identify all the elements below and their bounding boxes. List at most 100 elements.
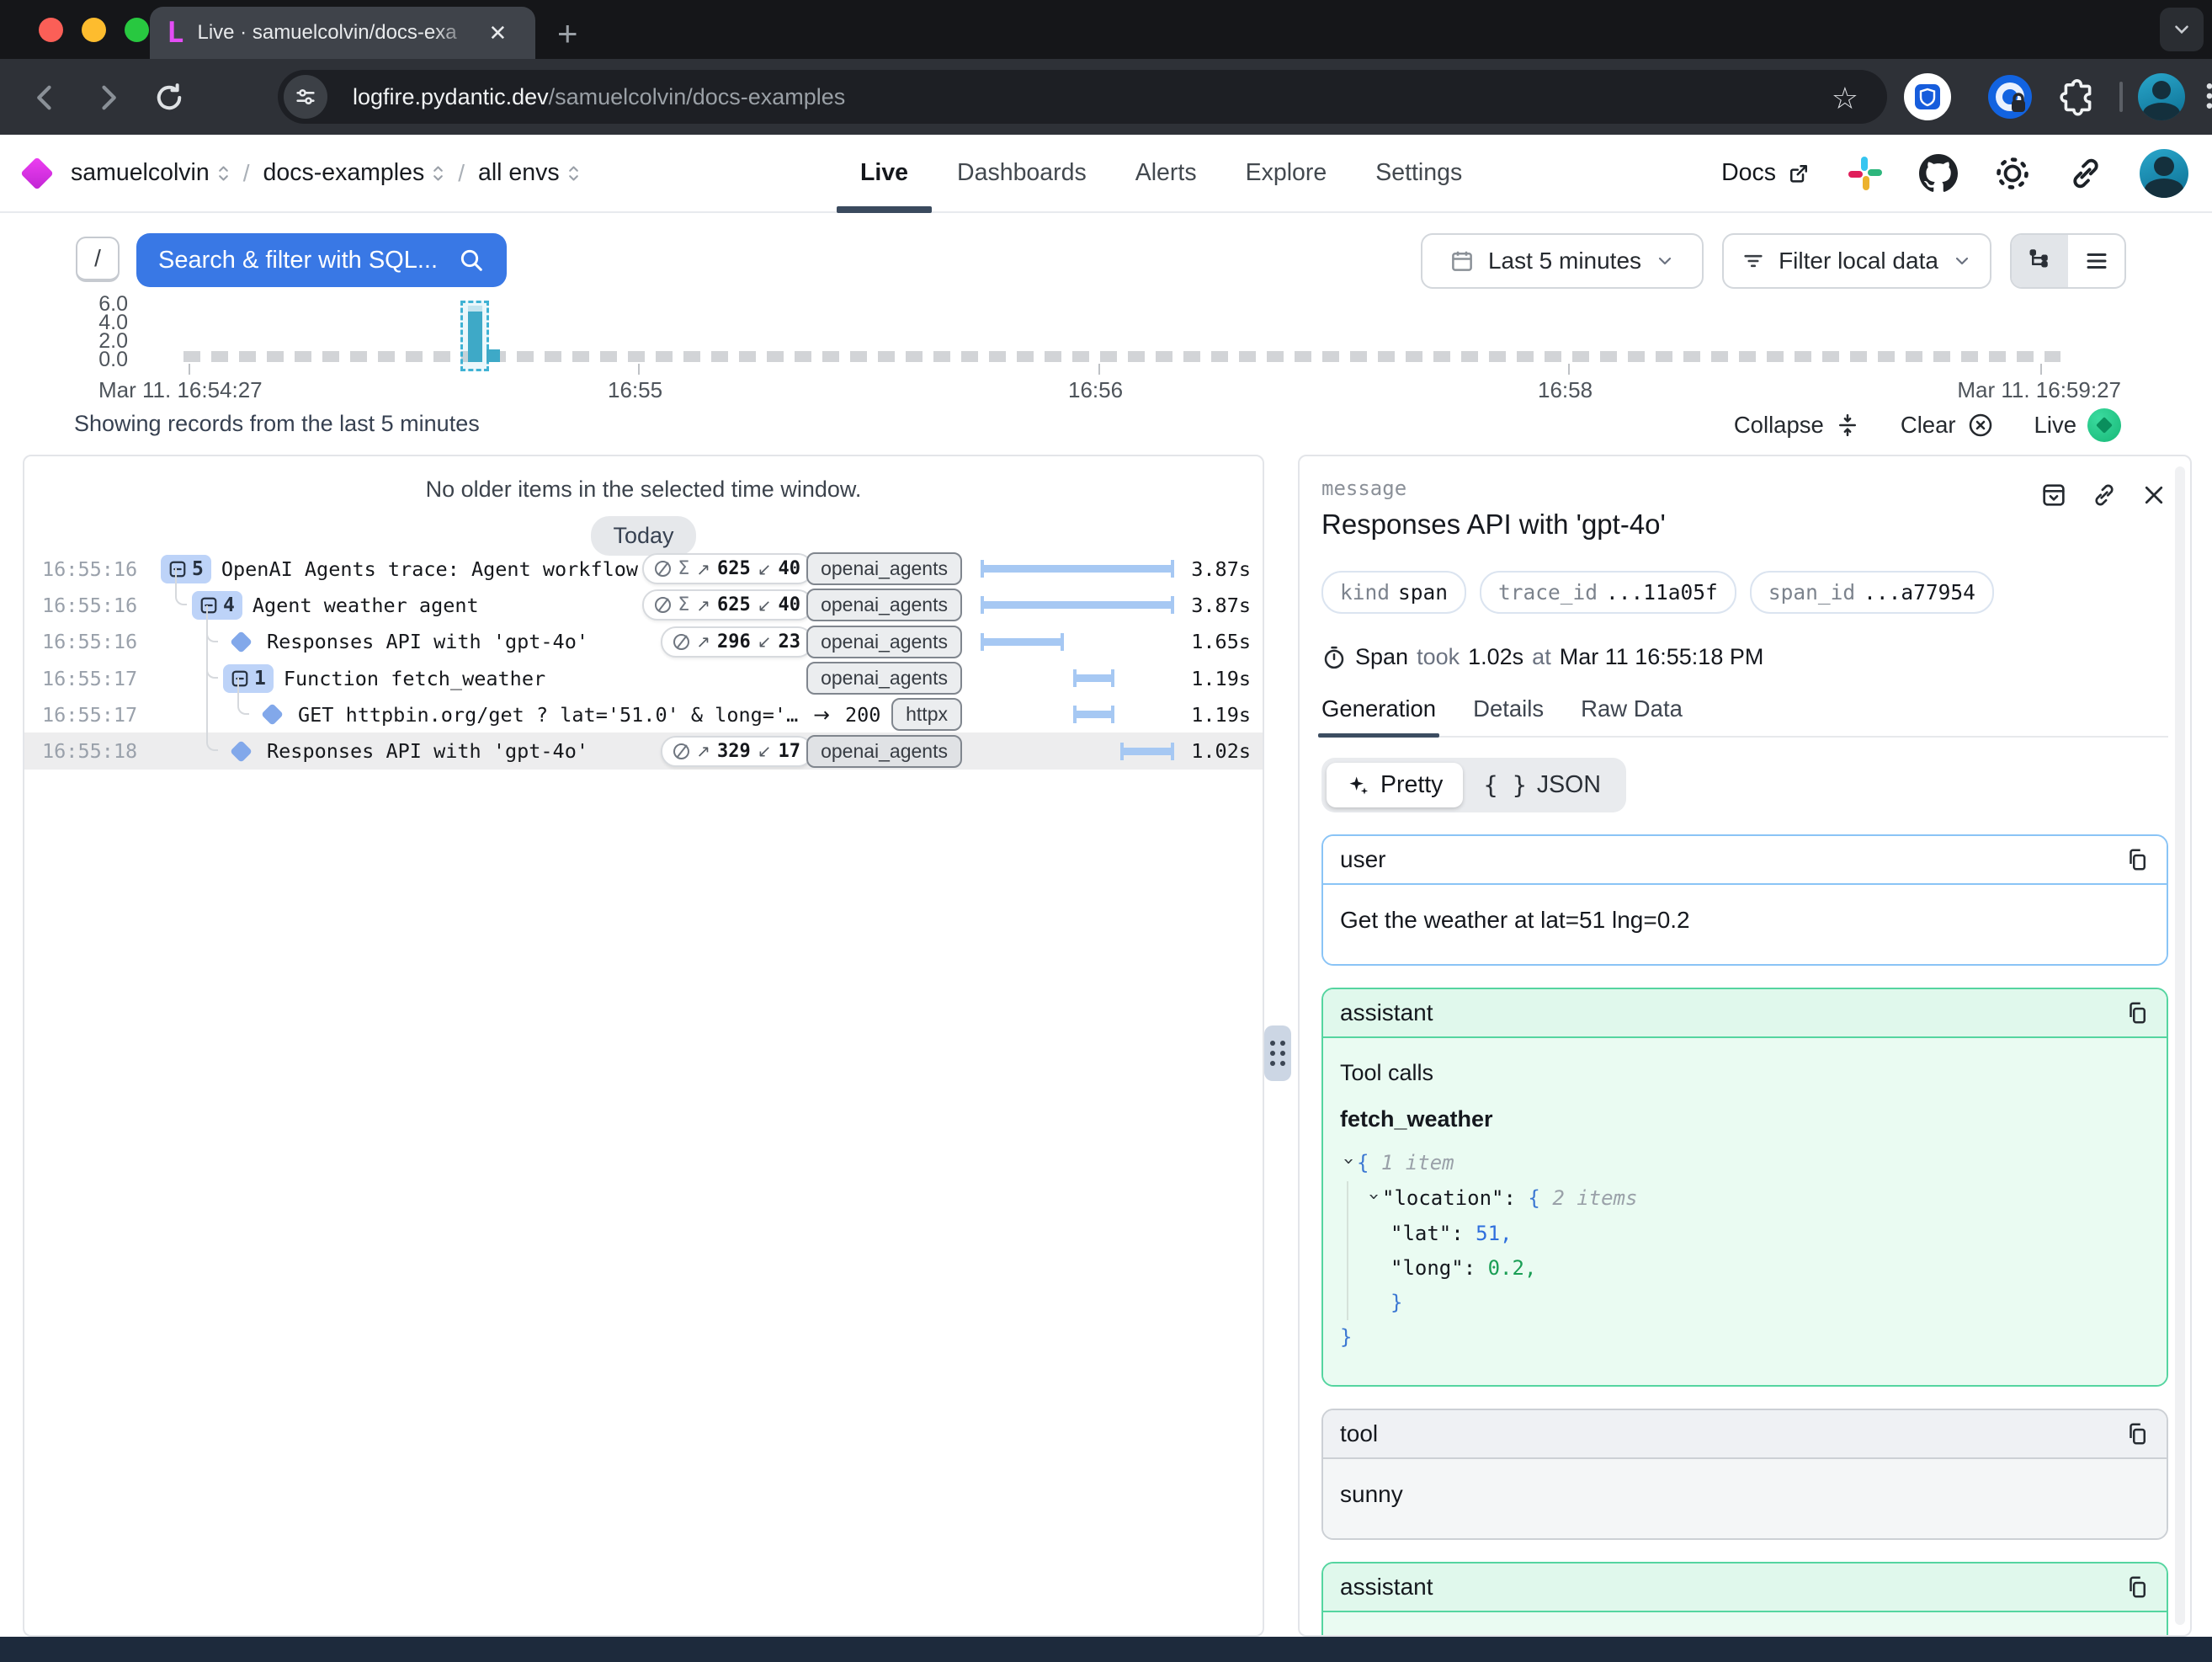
main-nav: Live Dashboards Alerts Explore Settings bbox=[860, 135, 1462, 211]
minimize-window-button[interactable] bbox=[82, 18, 106, 42]
collapse-node-icon[interactable] bbox=[1357, 1191, 1391, 1208]
project-selector[interactable]: docs-examples bbox=[263, 159, 445, 187]
trace-row-selected[interactable]: 16:55:18 Responses API with 'gpt-4o' 329… bbox=[24, 732, 1263, 769]
tokens-icon bbox=[673, 634, 689, 650]
bookmark-star-icon[interactable] bbox=[1832, 82, 1858, 116]
span-duration-line: Spantook1.02satMar 11 16:55:18 PM bbox=[1321, 644, 2168, 670]
user-avatar[interactable] bbox=[2140, 149, 2188, 198]
env-selector[interactable]: all envs bbox=[478, 159, 580, 187]
detail-panel-scrollbar[interactable] bbox=[2175, 466, 2185, 1625]
address-bar[interactable]: logfire.pydantic.dev/samuelcolvin/docs-e… bbox=[278, 70, 1887, 124]
x-tick-mark bbox=[1568, 364, 1570, 375]
window-controls[interactable] bbox=[39, 18, 149, 42]
close-window-button[interactable] bbox=[39, 18, 63, 42]
tab-raw-data[interactable]: Raw Data bbox=[1581, 695, 1683, 736]
tree-view-button[interactable] bbox=[2012, 235, 2068, 287]
bitwarden-extension-icon[interactable] bbox=[1904, 73, 1951, 120]
search-label: Search & filter with SQL... bbox=[158, 247, 458, 274]
scope-tag[interactable]: openai_agents bbox=[806, 735, 962, 768]
collapse-button[interactable]: Collapse bbox=[1734, 412, 1860, 439]
site-settings-icon[interactable] bbox=[284, 75, 327, 119]
timeline-bar-main[interactable] bbox=[468, 312, 482, 362]
tool-name: fetch_weather bbox=[1340, 1106, 2150, 1132]
browser-menu-icon[interactable] bbox=[2193, 77, 2212, 115]
row-timestamp: 16:55:18 bbox=[42, 739, 131, 763]
scope-tag[interactable]: openai_agents bbox=[806, 552, 962, 585]
span-duration: 3.87s bbox=[1191, 557, 1251, 581]
tab-details[interactable]: Details bbox=[1473, 695, 1544, 736]
tab-dashboards[interactable]: Dashboards bbox=[957, 135, 1087, 211]
live-button[interactable]: Live bbox=[2034, 408, 2121, 442]
role-label: user bbox=[1340, 846, 1385, 873]
search-button[interactable]: Search & filter with SQL... bbox=[136, 233, 507, 287]
extensions-puzzle-icon[interactable] bbox=[2057, 77, 2098, 118]
filter-icon bbox=[1741, 249, 1765, 273]
copy-link-icon[interactable] bbox=[2091, 482, 2118, 509]
forward-icon[interactable] bbox=[89, 80, 125, 115]
password-manager-extension-icon[interactable] bbox=[1986, 73, 2034, 120]
tab-settings[interactable]: Settings bbox=[1375, 135, 1462, 211]
url-text[interactable]: logfire.pydantic.dev/samuelcolvin/docs-e… bbox=[353, 84, 845, 110]
collapse-node-icon[interactable] bbox=[1332, 1156, 1366, 1173]
clear-button[interactable]: Clear bbox=[1901, 412, 1994, 439]
logfire-logo-icon[interactable] bbox=[20, 157, 54, 190]
output-tokens-arrow-icon bbox=[758, 631, 772, 652]
filter-dropdown[interactable]: Filter local data bbox=[1722, 233, 1991, 289]
tab-alerts[interactable]: Alerts bbox=[1135, 135, 1197, 211]
share-link-icon[interactable] bbox=[2067, 155, 2104, 192]
slack-icon[interactable] bbox=[1847, 155, 1884, 192]
browser-tab[interactable]: L Live · samuelcolvin/docs-exa bbox=[150, 7, 535, 59]
docs-label: Docs bbox=[1721, 159, 1776, 187]
row-timestamp: 16:55:17 bbox=[42, 667, 131, 690]
scope-tag[interactable]: httpx bbox=[891, 698, 962, 731]
copy-icon[interactable] bbox=[2124, 847, 2150, 872]
tool-calls-label: Tool calls bbox=[1340, 1060, 2150, 1086]
copy-icon[interactable] bbox=[2124, 1574, 2150, 1600]
trace-id-badge[interactable]: trace_id...11a05f bbox=[1480, 571, 1736, 614]
http-status: 200 bbox=[845, 703, 880, 727]
tab-search-button[interactable] bbox=[2160, 8, 2204, 51]
maximize-window-button[interactable] bbox=[125, 18, 149, 42]
tab-live[interactable]: Live bbox=[860, 135, 908, 211]
pretty-toggle-button[interactable]: Pretty bbox=[1327, 763, 1463, 807]
scope-tag[interactable]: openai_agents bbox=[806, 662, 962, 695]
trace-row[interactable]: 16:55:16 5 OpenAI Agents trace: Agent wo… bbox=[24, 551, 1263, 587]
copy-icon[interactable] bbox=[2124, 1000, 2150, 1025]
github-icon[interactable] bbox=[1919, 154, 1958, 193]
docs-link[interactable]: Docs bbox=[1721, 159, 1811, 187]
scope-tag[interactable]: openai_agents bbox=[806, 626, 962, 658]
span-duration: 1.19s bbox=[1191, 667, 1251, 690]
input-tokens-arrow-icon bbox=[696, 559, 710, 579]
span-count: 1 bbox=[254, 668, 266, 690]
reload-icon[interactable] bbox=[152, 80, 187, 115]
tab-close-icon[interactable] bbox=[488, 22, 507, 44]
tab-explore[interactable]: Explore bbox=[1246, 135, 1327, 211]
list-view-button[interactable] bbox=[2068, 235, 2124, 287]
live-label: Live bbox=[2034, 412, 2076, 439]
archive-span-icon[interactable] bbox=[2040, 482, 2067, 509]
records-timeline-chart[interactable]: 6.0 4.0 2.0 0.0 Mar 11. 16:54:27 16:55 1… bbox=[0, 286, 2212, 400]
timeline-bar-small[interactable] bbox=[487, 349, 500, 362]
view-mode-toggle bbox=[2010, 233, 2126, 289]
time-range-dropdown[interactable]: Last 5 minutes bbox=[1421, 233, 1704, 289]
duration-bar bbox=[1073, 669, 1114, 687]
theme-toggle-sun-icon[interactable] bbox=[1993, 154, 2032, 193]
org-selector[interactable]: samuelcolvin bbox=[71, 159, 230, 187]
json-toggle-button[interactable]: { }JSON bbox=[1463, 763, 1621, 807]
sort-chevrons-icon bbox=[217, 162, 230, 184]
new-tab-button[interactable] bbox=[557, 13, 578, 54]
back-icon[interactable] bbox=[29, 80, 64, 115]
span-diamond-icon bbox=[230, 740, 253, 763]
panel-resize-handle[interactable] bbox=[1264, 1025, 1291, 1081]
env-name: all envs bbox=[478, 159, 560, 187]
tab-generation[interactable]: Generation bbox=[1321, 695, 1436, 736]
close-panel-icon[interactable] bbox=[2141, 482, 2167, 508]
copy-icon[interactable] bbox=[2124, 1421, 2150, 1446]
toolbar-divider bbox=[2119, 82, 2123, 112]
span-id-badge[interactable]: span_id...a77954 bbox=[1750, 571, 1994, 614]
browser-profile-avatar[interactable] bbox=[2138, 73, 2185, 120]
scope-tag[interactable]: openai_agents bbox=[806, 589, 962, 621]
tokens-icon bbox=[655, 561, 671, 577]
chevron-down-icon bbox=[1655, 251, 1675, 271]
tree-connector bbox=[175, 568, 187, 605]
